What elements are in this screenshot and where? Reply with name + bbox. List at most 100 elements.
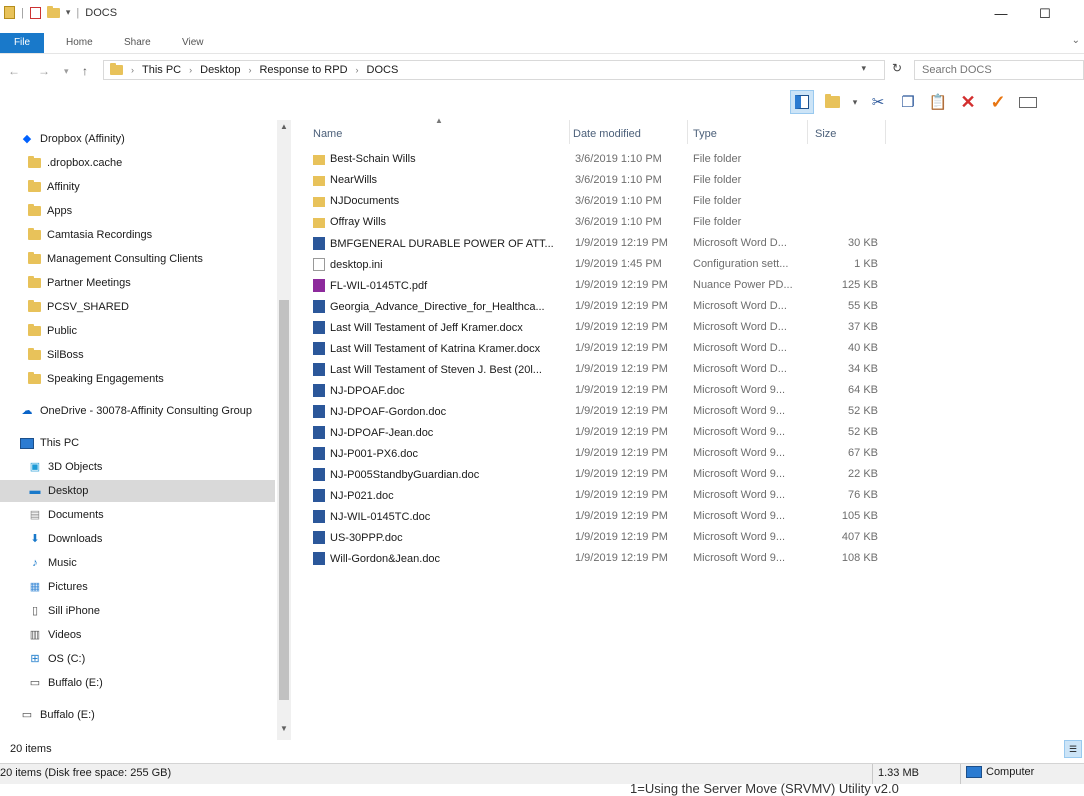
file-row[interactable]: Georgia_Advance_Directive_for_Healthca..…	[313, 297, 893, 318]
nav-dropbox-item[interactable]: Affinity	[28, 176, 80, 198]
file-row[interactable]: NearWills 3/6/2019 1:10 PM File folder	[313, 171, 893, 192]
location-label: Computer	[986, 766, 1035, 778]
nav-dropbox-item[interactable]: PCSV_SHARED	[28, 296, 129, 318]
nav-dropbox-item[interactable]: Speaking Engagements	[28, 368, 164, 390]
minimize-button[interactable]: —	[978, 2, 1024, 26]
tab-share[interactable]: Share	[114, 33, 161, 53]
nav-dropbox-item[interactable]: SilBoss	[28, 344, 84, 366]
recent-locations-icon[interactable]: ▾	[64, 66, 69, 77]
scrollbar-thumb[interactable]	[279, 300, 289, 700]
breadcrumb-this-pc[interactable]: This PC	[142, 64, 181, 76]
nav-dropbox-item[interactable]: Public	[28, 320, 77, 342]
nav-buffalo-e[interactable]: ▭ Buffalo (E:)	[28, 672, 103, 694]
file-row[interactable]: Best-Schain Wills 3/6/2019 1:10 PM File fo…	[313, 150, 893, 171]
ribbon-expand-icon[interactable]: ⌄	[1072, 35, 1080, 46]
forward-arrow-icon[interactable]: →	[38, 64, 50, 78]
nav-buffalo-e-root[interactable]: ▭ Buffalo (E:)	[20, 704, 95, 726]
nav-label: Videos	[48, 629, 82, 641]
column-header-type[interactable]: Type	[693, 124, 717, 144]
breadcrumb-docs[interactable]: DOCS	[367, 64, 399, 76]
column-divider[interactable]	[807, 120, 808, 144]
column-header-date[interactable]: Date modified	[573, 124, 641, 144]
nav-dropbox-item[interactable]: Apps	[28, 200, 72, 222]
file-row[interactable]: BMFGENERAL DURABLE POWER OF ATT... 1/9/20…	[313, 234, 893, 255]
column-header-name[interactable]: Name	[313, 124, 342, 144]
qa-dropdown-icon[interactable]: ▾	[66, 7, 71, 18]
crumb-separator[interactable]: ›	[356, 65, 359, 75]
properties-icon[interactable]	[29, 6, 41, 19]
nav-dropbox-item[interactable]: .dropbox.cache	[28, 152, 122, 174]
file-row[interactable]: Will-Gordon&Jean.doc 1/9/2019 12:19 PM Mic…	[313, 549, 893, 570]
scroll-up-icon[interactable]: ▲	[279, 122, 289, 131]
address-path[interactable]: › This PC › Desktop › Response to RPD › …	[103, 60, 885, 80]
tab-view[interactable]: View	[172, 33, 214, 53]
column-divider[interactable]	[569, 120, 570, 144]
nav-3d-objects[interactable]: ▣ 3D Objects	[28, 456, 103, 478]
file-row[interactable]: NJ-DPOAF.doc 1/9/2019 12:19 PM Microsoft W…	[313, 381, 893, 402]
file-name: Georgia_Advance_Directive_for_Healthca..…	[330, 300, 545, 313]
crumb-separator[interactable]: ›	[248, 65, 251, 75]
up-arrow-icon[interactable]: ↑	[82, 64, 88, 78]
nav-os-c[interactable]: ⊞ OS (C:)	[28, 648, 85, 670]
folder-options-icon[interactable]	[820, 90, 844, 114]
nav-music[interactable]: ♪ Music	[28, 552, 76, 574]
nav-dropbox-item[interactable]: Camtasia Recordings	[28, 224, 152, 246]
file-row[interactable]: desktop.ini 1/9/2019 1:45 PM Configuration…	[313, 255, 893, 276]
nav-downloads[interactable]: ⬇ Downloads	[28, 528, 102, 550]
nav-iphone[interactable]: ▯ Sill iPhone	[28, 600, 100, 622]
app-icon[interactable]	[4, 6, 15, 19]
file-type: File folder	[693, 195, 742, 207]
file-row[interactable]: NJDocuments 3/6/2019 1:10 PM File folder	[313, 192, 893, 213]
file-row[interactable]: NJ-DPOAF-Gordon.doc 1/9/2019 12:19 PM Micr…	[313, 402, 893, 423]
maximize-button[interactable]: ☐	[1022, 2, 1068, 26]
file-row[interactable]: Last Will Testament of Steven J. Best (2…	[313, 360, 893, 381]
tab-home[interactable]: Home	[56, 33, 103, 53]
file-row[interactable]: FL-WIL-0145TC.pdf 1/9/2019 12:19 PM Nuance…	[313, 276, 893, 297]
file-row[interactable]: NJ-DPOAF-Jean.doc 1/9/2019 12:19 PM Micros…	[313, 423, 893, 444]
file-row[interactable]: NJ-P001-PX6.doc 1/9/2019 12:19 PM Microsof…	[313, 444, 893, 465]
nav-desktop[interactable]: ▬ Desktop	[0, 480, 275, 502]
file-row[interactable]: US-30PPP.doc 1/9/2019 12:19 PM Microsoft W…	[313, 528, 893, 549]
address-dropdown-icon[interactable]: ▾	[861, 63, 866, 74]
nav-this-pc[interactable]: This PC	[20, 432, 79, 454]
back-arrow-icon[interactable]: ←	[8, 64, 20, 78]
file-row[interactable]: NJ-P021.doc 1/9/2019 12:19 PM Microsoft Wo…	[313, 486, 893, 507]
nav-videos[interactable]: ▥ Videos	[28, 624, 82, 646]
search-input[interactable]	[914, 60, 1084, 80]
check-icon[interactable]: ✓	[986, 90, 1010, 114]
copy-icon[interactable]: ❐	[896, 90, 920, 114]
details-view-icon[interactable]: ☰	[1064, 740, 1082, 758]
cut-icon[interactable]: ✂	[866, 90, 890, 114]
nav-pictures[interactable]: ▦ Pictures	[28, 576, 88, 598]
scroll-down-icon[interactable]: ▼	[279, 724, 289, 733]
nav-documents[interactable]: ▤ Documents	[28, 504, 104, 526]
rename-icon[interactable]	[1016, 90, 1040, 114]
refresh-icon[interactable]: ↻	[888, 61, 906, 75]
word-doc-icon	[313, 468, 325, 481]
preview-pane-icon[interactable]	[790, 90, 814, 114]
column-header-size[interactable]: Size	[815, 124, 836, 144]
nav-pane-scrollbar[interactable]: ▲ ▼	[277, 120, 291, 740]
file-type: Microsoft Word D...	[693, 342, 787, 354]
column-divider[interactable]	[687, 120, 688, 144]
tab-file[interactable]: File	[0, 33, 44, 53]
breadcrumb-response-to-rpd[interactable]: Response to RPD	[259, 64, 347, 76]
file-row[interactable]: NJ-WIL-0145TC.doc 1/9/2019 12:19 PM Micros…	[313, 507, 893, 528]
nav-dropbox[interactable]: ◆ Dropbox (Affinity)	[20, 128, 125, 150]
paste-icon[interactable]: 📋	[926, 90, 950, 114]
file-row[interactable]: Last Will Testament of Katrina Kramer.do…	[313, 339, 893, 360]
nav-dropbox-item[interactable]: Management Consulting Clients	[28, 248, 203, 270]
options-dropdown-icon[interactable]: ▾	[850, 90, 860, 114]
nav-dropbox-item[interactable]: Partner Meetings	[28, 272, 131, 294]
file-row[interactable]: Offray Wills 3/6/2019 1:10 PM File folder	[313, 213, 893, 234]
breadcrumb-desktop[interactable]: Desktop	[200, 64, 240, 76]
crumb-separator[interactable]: ›	[131, 65, 134, 75]
file-row[interactable]: NJ-P005StandbyGuardian.doc 1/9/2019 12:19…	[313, 465, 893, 486]
crumb-separator[interactable]: ›	[189, 65, 192, 75]
file-name: NJ-P001-PX6.doc	[330, 447, 419, 460]
delete-icon[interactable]: ✕	[956, 90, 980, 114]
new-folder-icon[interactable]	[46, 5, 60, 18]
nav-onedrive[interactable]: ☁ OneDrive - 30078-Affinity Consulting G…	[20, 400, 252, 422]
column-divider[interactable]	[885, 120, 886, 144]
file-row[interactable]: Last Will Testament of Jeff Kramer.docx 1…	[313, 318, 893, 339]
